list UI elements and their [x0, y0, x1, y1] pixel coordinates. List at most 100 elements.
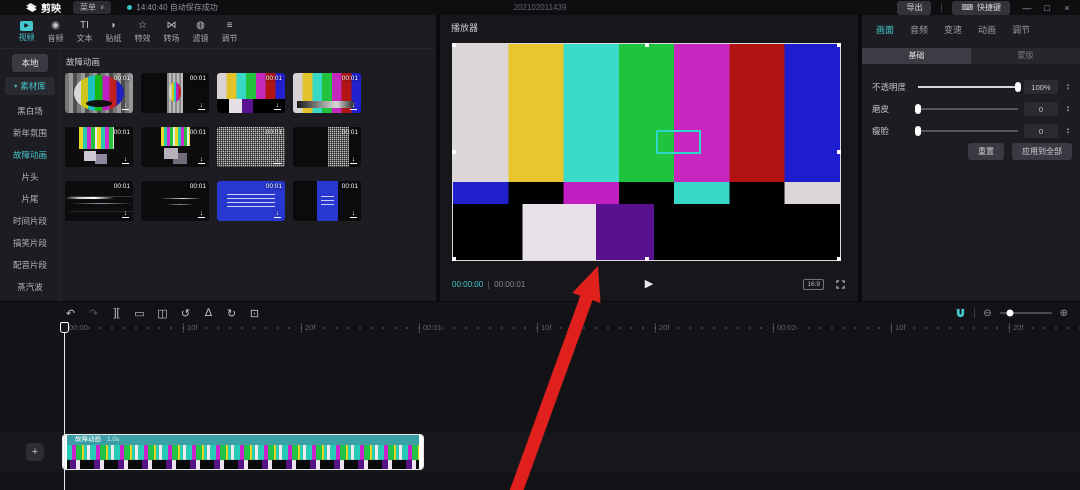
selection-handle[interactable]	[837, 257, 841, 261]
sidebar-item-local[interactable]: 本地	[12, 54, 47, 72]
sidebar-item-outro[interactable]: 片尾	[21, 188, 38, 210]
selection-handle[interactable]	[452, 257, 456, 261]
download-icon[interactable]: ↓	[198, 103, 205, 110]
fullscreen-icon[interactable]	[836, 280, 845, 289]
media-tab-effects[interactable]: ☆特效	[132, 20, 153, 44]
sidebar-item-vaporwave[interactable]: 蒸汽波	[17, 276, 43, 298]
sidebar-item-dubbing-clips[interactable]: 配音片段	[13, 254, 47, 276]
smooth-skin-slider[interactable]	[918, 108, 1018, 110]
media-tab-audio[interactable]: ◉音频	[45, 20, 66, 44]
sidebar-item-funny-clips[interactable]: 搞笑片段	[13, 232, 47, 254]
opacity-value[interactable]: 100%	[1024, 80, 1058, 94]
ruler-label: 00:02	[773, 323, 796, 333]
opacity-slider[interactable]	[918, 86, 1018, 88]
selection-handle[interactable]	[837, 150, 841, 154]
freeze-frame-icon[interactable]: ◫	[156, 307, 169, 320]
media-tab-sticker[interactable]: ◗贴纸	[103, 20, 124, 44]
selection-handle[interactable]	[452, 43, 456, 47]
download-icon[interactable]: ↓	[274, 211, 281, 218]
timeline-clip[interactable]: 故障动画 1.0s	[62, 434, 424, 470]
maximize-button[interactable]: □	[1040, 3, 1054, 13]
slim-face-value[interactable]: 0	[1024, 124, 1058, 138]
media-tab-filters[interactable]: ◍滤镜	[190, 20, 211, 44]
download-icon[interactable]: ↓	[274, 157, 281, 164]
download-icon[interactable]: ↓	[274, 103, 281, 110]
selection-handle[interactable]	[645, 43, 649, 47]
timeline-ruler[interactable]: 00:0010f20f00:0110f20f00:0210f20f	[0, 322, 1080, 335]
media-item-glitch-lines-2[interactable]: 00:01↓	[141, 181, 209, 221]
tab-speed[interactable]: 变速	[944, 23, 962, 36]
selection-handle[interactable]	[452, 150, 456, 154]
media-item-color-bars[interactable]: 00:01↓	[217, 73, 285, 113]
download-icon[interactable]: ↓	[350, 211, 357, 218]
download-icon[interactable]: ↓	[350, 157, 357, 164]
menu-button[interactable]: 菜单 ∨	[73, 1, 111, 14]
selection-handle[interactable]	[645, 257, 649, 261]
crop-icon[interactable]: ⊡	[248, 307, 261, 320]
tab-picture[interactable]: 画面	[876, 23, 894, 36]
media-item-color-bars-gray[interactable]: 00:01↓	[293, 73, 361, 113]
download-icon[interactable]: ↓	[198, 157, 205, 164]
split-icon[interactable]: ][	[110, 307, 123, 319]
media-item-blue-screen[interactable]: 00:01↓	[217, 181, 285, 221]
duration-badge: 00:01	[190, 75, 206, 82]
sidebar-item-black-white[interactable]: 黑白场	[17, 100, 43, 122]
preview-canvas[interactable]	[452, 43, 841, 261]
shortcuts-button[interactable]: ⌨ 快捷键	[952, 1, 1010, 15]
export-button[interactable]: 导出	[897, 1, 931, 15]
media-tab-video[interactable]: ▶视频	[16, 20, 37, 43]
slider-thumb[interactable]	[1015, 82, 1021, 92]
sidebar-item-intro[interactable]: 片头	[21, 166, 38, 188]
smooth-skin-value[interactable]: 0	[1024, 102, 1058, 116]
undo-icon[interactable]: ↶	[64, 307, 77, 320]
download-icon[interactable]: ↓	[198, 211, 205, 218]
add-track-button[interactable]: +	[26, 443, 44, 461]
selection-handle[interactable]	[837, 43, 841, 47]
slim-face-stepper[interactable]: ▴▾	[1064, 127, 1072, 136]
tab-audio[interactable]: 音频	[910, 23, 928, 36]
timeline-zoom-slider[interactable]	[1000, 312, 1052, 314]
slider-thumb[interactable]	[915, 126, 921, 136]
reverse-icon[interactable]: ↺	[179, 307, 192, 320]
sidebar-item-new-year[interactable]: 新年氛围	[13, 122, 47, 144]
sidebar-item-time-clips[interactable]: 时间片段	[13, 210, 47, 232]
aspect-ratio-button[interactable]: 16:9	[803, 279, 824, 290]
slim-face-slider[interactable]	[918, 130, 1018, 132]
media-item-drip-bars-2[interactable]: 00:01↓	[141, 127, 209, 167]
rotate-icon[interactable]: ↻	[225, 307, 238, 320]
zoom-in-icon[interactable]: ⊕	[1060, 308, 1068, 319]
smooth-skin-stepper[interactable]: ▴▾	[1064, 105, 1072, 114]
media-item-test-card-strip[interactable]: 00:01 ↓	[141, 73, 209, 113]
snap-magnet-icon[interactable]	[955, 308, 966, 319]
reset-button[interactable]: 重置	[968, 143, 1004, 160]
media-tab-adjust[interactable]: ≡调节	[219, 20, 240, 44]
media-item-blue-screen-strip[interactable]: 00:01↓	[293, 181, 361, 221]
playhead[interactable]	[64, 322, 65, 490]
media-item-drip-bars[interactable]: 00:01↓	[65, 127, 133, 167]
apply-to-all-button[interactable]: 应用到全部	[1012, 143, 1072, 160]
download-icon[interactable]: ↓	[122, 211, 129, 218]
play-button[interactable]: ▶	[645, 277, 653, 290]
download-icon[interactable]: ↓	[350, 103, 357, 110]
tab-adjust[interactable]: 调节	[1012, 23, 1030, 36]
media-item-glitch-lines[interactable]: 00:01↓	[65, 181, 133, 221]
sidebar-item-library[interactable]: ▾ 素材库	[5, 77, 55, 95]
zoom-out-icon[interactable]: ⊖	[983, 308, 991, 319]
media-item-static-noise[interactable]: 00:01↓	[217, 127, 285, 167]
download-icon[interactable]: ↓	[122, 103, 129, 110]
delete-icon[interactable]: ▭	[133, 307, 146, 320]
media-tab-text[interactable]: TI文本	[74, 20, 95, 44]
close-button[interactable]: ×	[1060, 3, 1074, 13]
slider-thumb[interactable]	[915, 104, 921, 114]
media-item-static-strip[interactable]: 00:01↓	[293, 127, 361, 167]
download-icon[interactable]: ↓	[122, 157, 129, 164]
minimize-button[interactable]: —	[1020, 3, 1034, 13]
mirror-icon[interactable]: ∆	[202, 307, 215, 319]
opacity-stepper[interactable]: ▴▾	[1064, 83, 1072, 92]
media-tab-transitions[interactable]: ⋈转场	[161, 20, 182, 44]
sidebar-item-glitch-animation[interactable]: 故障动画	[13, 144, 47, 166]
subtab-basic[interactable]: 基础	[862, 48, 971, 64]
media-item-test-card[interactable]: 00:01↓	[65, 73, 133, 113]
subtab-mask[interactable]: 蒙版	[971, 48, 1080, 64]
tab-animation[interactable]: 动画	[978, 23, 996, 36]
